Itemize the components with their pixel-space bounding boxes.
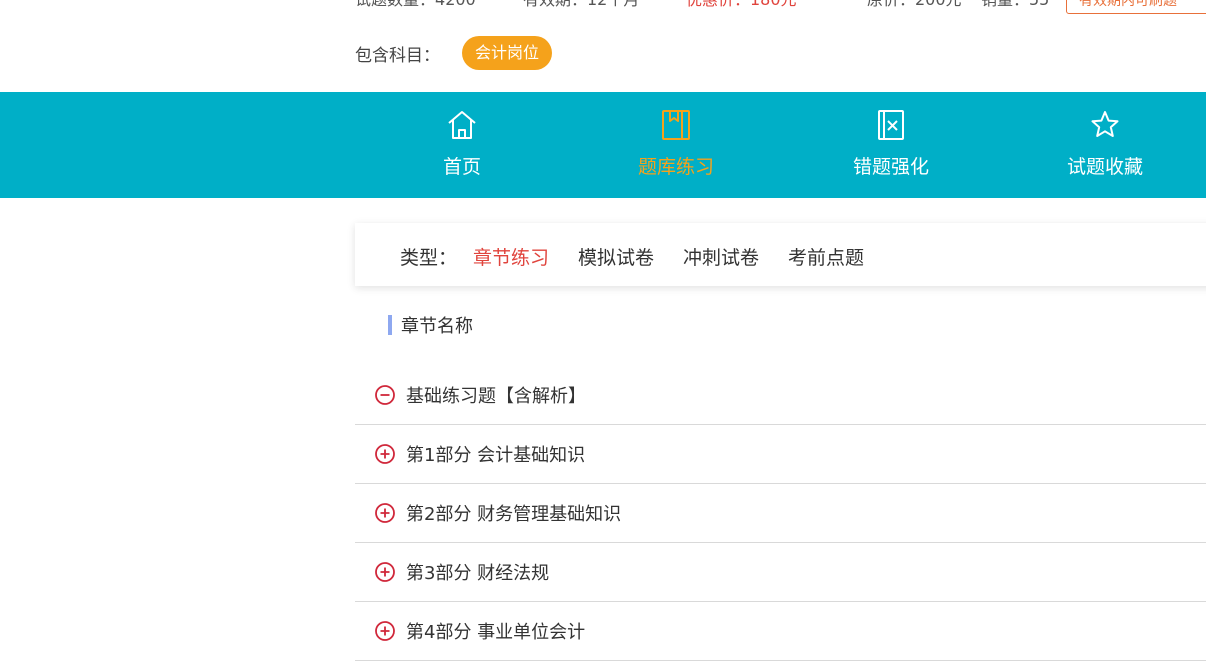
nav-item-favorites[interactable]: 试题收藏 xyxy=(1045,92,1165,198)
validity-text: 有效期：12个月 xyxy=(523,0,639,10)
main-nav-bar: 首页 题库练习 错题强化 试题收藏 xyxy=(0,92,1206,198)
type-option-pre-exam-tips[interactable]: 考前点题 xyxy=(788,243,864,270)
wrong-question-icon xyxy=(878,110,904,140)
nav-label-question-bank: 题库练习 xyxy=(637,156,714,178)
expand-plus-icon[interactable] xyxy=(374,502,396,524)
expand-plus-icon[interactable] xyxy=(374,443,396,465)
chapter-row[interactable]: 第4部分 事业单位会计 xyxy=(355,602,1206,661)
home-icon xyxy=(448,111,476,139)
book-icon xyxy=(662,110,690,140)
chapter-list-title: 章节名称 xyxy=(401,316,473,337)
nav-item-home[interactable]: 首页 xyxy=(402,92,522,198)
expand-plus-icon[interactable] xyxy=(374,620,396,642)
type-option-mock-exam[interactable]: 模拟试卷 xyxy=(578,243,654,270)
type-option-chapter-practice[interactable]: 章节练习 xyxy=(473,243,549,270)
chapter-label: 基础练习题【含解析】 xyxy=(406,386,586,407)
question-count: 试题数量：4200 xyxy=(355,0,476,10)
type-filter-card: 类型： 章节练习 模拟试卷 冲刺试卷 考前点题 xyxy=(355,223,1206,286)
subjects-row: 包含科目： 会计岗位 xyxy=(355,36,553,70)
nav-label-home: 首页 xyxy=(442,156,481,178)
type-label: 类型： xyxy=(400,247,458,269)
chapter-label: 第1部分 会计基础知识 xyxy=(406,445,586,466)
chapter-row[interactable]: 第1部分 会计基础知识 xyxy=(355,425,1206,484)
nav-label-wrong-questions: 错题强化 xyxy=(852,156,929,178)
nav-label-favorites: 试题收藏 xyxy=(1066,156,1143,178)
buy-button[interactable]: 有效期内可刷题 xyxy=(1066,0,1206,14)
chapter-row[interactable]: 基础练习题【含解析】 xyxy=(355,366,1206,425)
chapter-list: 基础练习题【含解析】 第1部分 会计基础知识 第2部分 财务管理基础知识 第3部… xyxy=(355,366,1206,661)
chapter-label: 第3部分 财经法规 xyxy=(406,563,550,584)
chapter-list-header: 章节名称 xyxy=(388,314,473,337)
subject-tag[interactable]: 会计岗位 xyxy=(462,36,553,70)
sales-count: 销量：55 xyxy=(981,0,1049,10)
subjects-label: 包含科目： xyxy=(355,45,440,66)
nav-item-question-bank[interactable]: 题库练习 xyxy=(616,92,736,198)
chapter-row[interactable]: 第3部分 财经法规 xyxy=(355,543,1206,602)
chapter-label: 第2部分 财务管理基础知识 xyxy=(406,504,622,525)
original-price: 原价：200元 xyxy=(867,0,962,10)
type-option-sprint-exam[interactable]: 冲刺试卷 xyxy=(683,243,759,270)
star-icon xyxy=(1091,111,1119,137)
chapter-row[interactable]: 第2部分 财务管理基础知识 xyxy=(355,484,1206,543)
nav-item-wrong-questions[interactable]: 错题强化 xyxy=(831,92,951,198)
collapse-minus-icon[interactable] xyxy=(374,384,396,406)
expand-plus-icon[interactable] xyxy=(374,561,396,583)
sale-price: 优惠价：180元 xyxy=(686,0,797,10)
chapter-label: 第4部分 事业单位会计 xyxy=(406,622,586,643)
header-accent-bar xyxy=(388,315,392,335)
